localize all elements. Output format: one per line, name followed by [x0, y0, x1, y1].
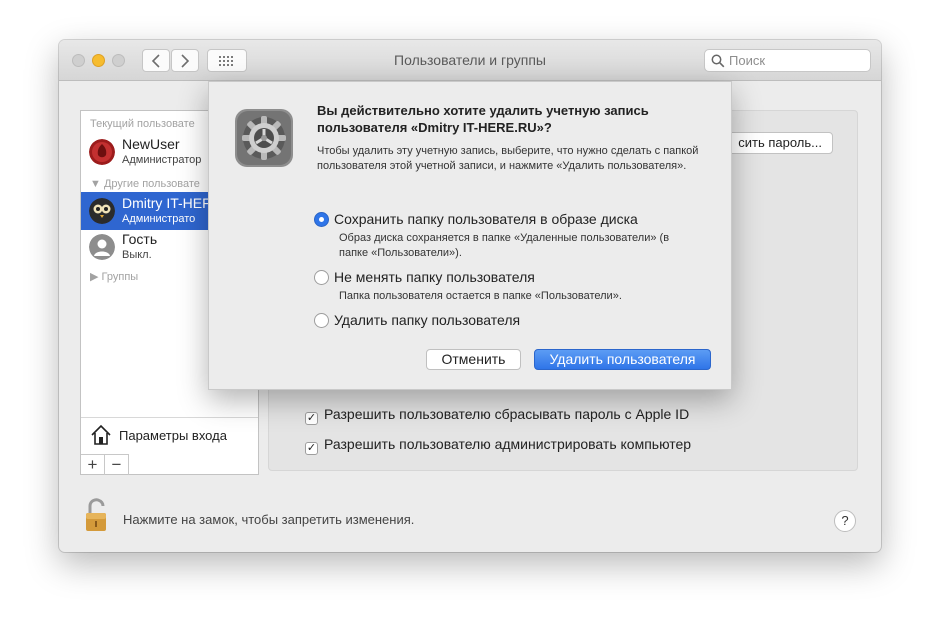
- cancel-button[interactable]: Отменить: [426, 349, 521, 370]
- other-users-header[interactable]: ▼ Другие пользовате: [90, 178, 200, 190]
- groups-header[interactable]: ▶ Группы: [90, 270, 138, 283]
- user-role: Выкл.: [122, 249, 152, 261]
- dialog-question: Вы действительно хотите удалить учетную …: [317, 103, 649, 135]
- radio-icon: [314, 313, 329, 328]
- option-description: Образ диска сохраняется в папке «Удаленн…: [339, 232, 670, 259]
- groups-label: Группы: [101, 271, 139, 283]
- user-role: Администрато: [122, 213, 196, 225]
- search-field[interactable]: Поиск: [704, 49, 871, 72]
- delete-user-button[interactable]: Удалить пользователя: [534, 349, 711, 370]
- current-users-header: Текущий пользовате: [90, 118, 195, 130]
- login-options-item[interactable]: Параметры входа: [81, 417, 258, 453]
- avatar: [89, 198, 115, 224]
- checkbox-label: Разрешить пользователю сбрасывать пароль…: [324, 406, 690, 422]
- option-label: Удалить папку пользователя: [334, 312, 521, 328]
- home-icon: [91, 424, 111, 445]
- lock-icon[interactable]: [84, 497, 110, 533]
- login-options-label: Параметры входа: [119, 428, 227, 443]
- disclosure-down-icon: ▼: [90, 178, 101, 190]
- option-label: Не менять папку пользователя: [334, 269, 535, 285]
- search-placeholder: Поиск: [729, 53, 766, 68]
- help-button[interactable]: ?: [834, 510, 856, 532]
- disclosure-right-icon: ▶: [90, 271, 99, 283]
- avatar: [89, 234, 115, 260]
- user-name: NewUser: [122, 136, 180, 152]
- checkbox-label: Разрешить пользователю администрировать …: [324, 436, 692, 452]
- allow-reset-password-checkbox[interactable]: ✓ Разрешить пользователю сбрасывать парол…: [305, 406, 689, 425]
- allow-admin-checkbox[interactable]: ✓ Разрешить пользователю администрировать…: [305, 436, 691, 455]
- lock-status-text: Нажмите на замок, чтобы запретить измене…: [123, 512, 415, 527]
- checkmark-icon: ✓: [305, 412, 318, 425]
- title-bar: Пользователи и группы Поиск: [59, 40, 881, 81]
- user-name: Гость: [122, 231, 158, 247]
- add-user-button[interactable]: +: [81, 454, 105, 475]
- option-label: Сохранить папку пользователя в образе ди…: [334, 211, 638, 227]
- gear-icon: [235, 109, 293, 167]
- dialog-explanation: Чтобы удалить эту учетную запись, выбери…: [317, 145, 699, 172]
- radio-icon: [314, 270, 329, 285]
- avatar: [89, 139, 115, 165]
- other-users-label: Другие пользовате: [103, 178, 200, 190]
- radio-selected-icon: [314, 212, 329, 227]
- checkmark-icon: ✓: [305, 442, 318, 455]
- change-password-button[interactable]: сить пароль...: [727, 132, 833, 154]
- user-role: Администратор: [122, 154, 202, 166]
- option-description: Папка пользователя остается в папке «Пол…: [339, 290, 622, 302]
- user-name: Dmitry IT-HEF: [122, 195, 211, 211]
- search-icon: [711, 54, 725, 68]
- delete-user-dialog: Вы действительно хотите удалить учетную …: [208, 81, 732, 390]
- remove-user-button[interactable]: −: [105, 454, 129, 475]
